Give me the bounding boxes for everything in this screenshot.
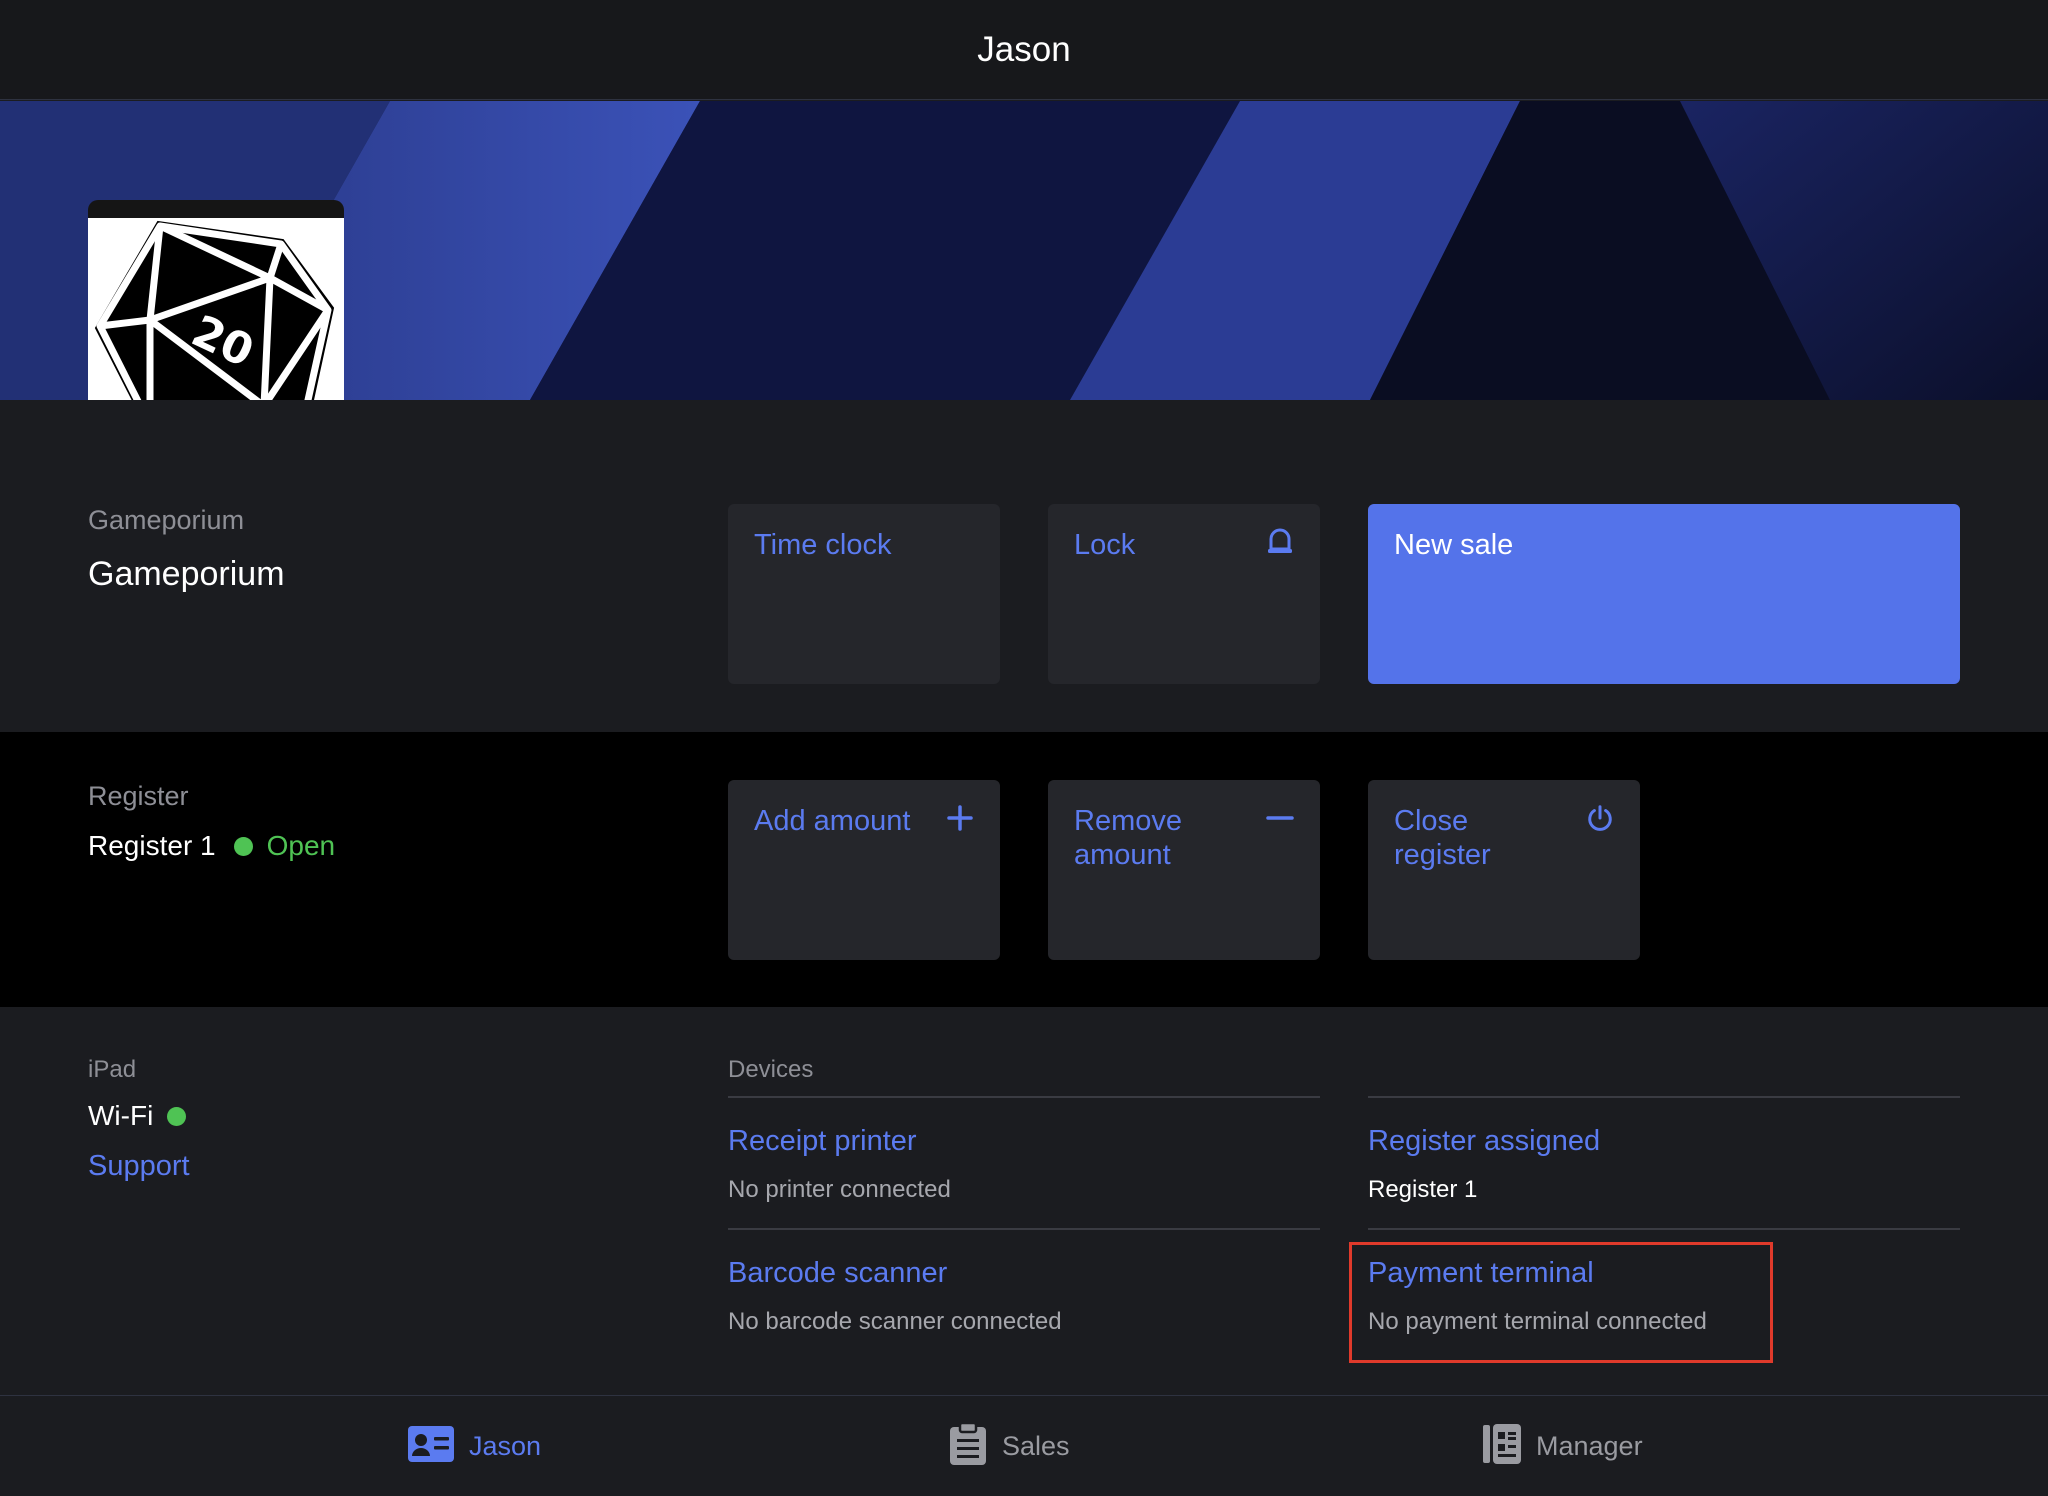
remove-amount-label: Remove amount <box>1074 805 1182 871</box>
receipt-printer-status: No printer connected <box>728 1176 951 1203</box>
status-dot-icon <box>233 836 253 856</box>
time-clock-label: Time clock <box>754 529 892 561</box>
barcode-scanner-link[interactable]: Barcode scanner <box>728 1257 947 1290</box>
register-assigned-value: Register 1 <box>1368 1176 1478 1203</box>
register-assigned-link[interactable]: Register assigned <box>1368 1125 1600 1158</box>
new-sale-label: New sale <box>1394 529 1514 561</box>
tab-bar: Jason Sales Manager <box>0 1395 2048 1496</box>
wifi-label: Wi-Fi <box>88 1100 154 1131</box>
wifi-status-row: Wi-Fi <box>88 1100 187 1132</box>
tab-manager[interactable]: Manager <box>1482 1396 1643 1496</box>
divider <box>1368 1096 1960 1098</box>
tab-sales-label: Sales <box>1002 1430 1070 1461</box>
register-name: Register 1 <box>88 830 216 861</box>
lock-label: Lock <box>1074 529 1136 561</box>
receipt-printer-link[interactable]: Receipt printer <box>728 1125 917 1158</box>
contact-card-icon <box>407 1425 455 1468</box>
add-amount-label: Add amount <box>754 805 911 837</box>
manager-book-icon <box>1482 1423 1522 1470</box>
support-link[interactable]: Support <box>88 1150 190 1183</box>
tab-manager-label: Manager <box>1536 1430 1643 1461</box>
store-name: Gameporium <box>88 555 285 593</box>
add-amount-button[interactable]: Add amount <box>728 780 1000 960</box>
plus-icon <box>946 804 974 832</box>
register-section <box>0 732 2048 1007</box>
remove-amount-button[interactable]: Remove amount <box>1048 780 1320 960</box>
page-title: Jason <box>977 29 1071 69</box>
ipad-label: iPad <box>88 1056 137 1083</box>
register-status-row: Register 1 Open <box>88 830 335 862</box>
payment-terminal-highlight <box>1349 1242 1773 1363</box>
wifi-status-dot-icon <box>167 1106 187 1126</box>
new-sale-button[interactable]: New sale <box>1368 504 1960 684</box>
register-status: Open <box>266 830 336 861</box>
lock-button[interactable]: Lock <box>1048 504 1320 684</box>
register-label: Register <box>88 781 189 811</box>
tab-jason-label: Jason <box>469 1430 542 1461</box>
top-bar: Jason <box>0 0 2048 100</box>
devices-label: Devices <box>728 1056 814 1083</box>
tab-jason[interactable]: Jason <box>407 1396 541 1496</box>
divider <box>728 1228 1320 1230</box>
tab-sales[interactable]: Sales <box>948 1396 1070 1496</box>
time-clock-button[interactable]: Time clock <box>728 504 1000 684</box>
store-label: Gameporium <box>88 505 245 535</box>
clipboard-icon <box>948 1421 988 1471</box>
minus-icon <box>1266 804 1294 832</box>
barcode-scanner-status: No barcode scanner connected <box>728 1308 1062 1335</box>
bell-icon <box>1266 528 1294 556</box>
close-register-button[interactable]: Close register <box>1368 780 1640 960</box>
close-register-label: Close register <box>1394 805 1491 871</box>
divider <box>1368 1228 1960 1230</box>
power-icon <box>1586 804 1614 832</box>
divider <box>728 1096 1320 1098</box>
